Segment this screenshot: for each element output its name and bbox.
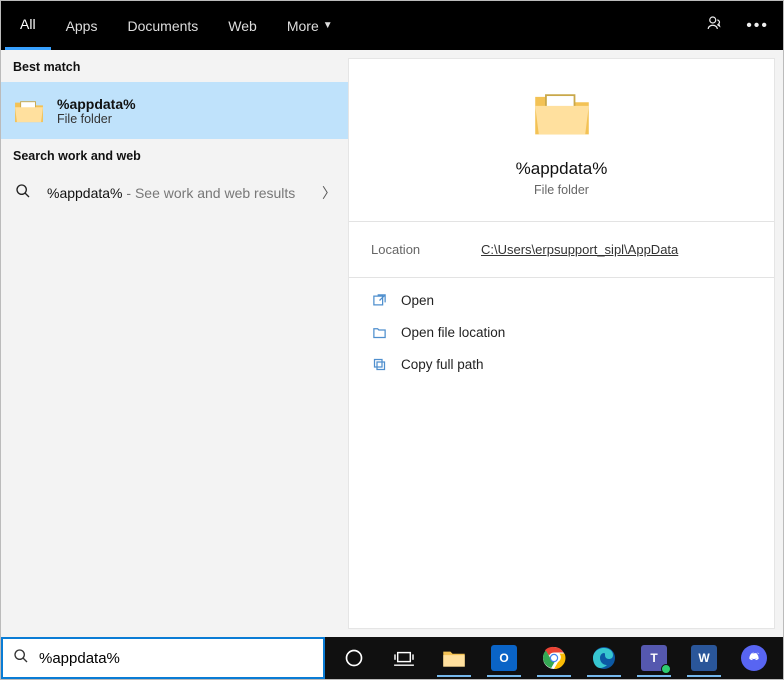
tab-more[interactable]: More ▼ [272,1,348,50]
web-result[interactable]: %appdata% - See work and web results 〉 [1,171,348,215]
search-input[interactable] [39,650,313,667]
best-match-subtitle: File folder [57,112,136,126]
tabbar-right-controls: ••• [706,1,783,50]
taskbar-edge[interactable] [581,638,627,678]
status-badge-icon [661,664,671,674]
action-open-location[interactable]: Open file location [371,316,752,348]
taskbar-chrome[interactable] [531,638,577,678]
taskbar-cortana[interactable] [331,638,377,678]
tab-documents[interactable]: Documents [112,1,213,50]
results-list: Best match %appdata% File folder Search … [1,50,348,637]
taskbar-discord[interactable] [731,638,777,678]
tab-web[interactable]: Web [213,1,272,50]
more-options-icon[interactable]: ••• [746,17,769,35]
taskbar-file-explorer[interactable] [431,638,477,678]
folder-icon [13,95,45,127]
web-result-term: %appdata% [47,185,123,201]
chevron-down-icon: ▼ [323,20,333,31]
taskbar-outlook[interactable]: O [481,638,527,678]
tab-all[interactable]: All [5,1,51,50]
best-match-title: %appdata% [57,96,136,112]
copy-icon [371,356,387,372]
preview-card: %appdata% File folder Location C:\Users\… [348,58,775,629]
best-match-result[interactable]: %appdata% File folder [1,82,348,139]
taskbar-word[interactable]: W [681,638,727,678]
taskbar-teams[interactable]: T [631,638,677,678]
chevron-right-icon: 〉 [322,183,336,203]
feedback-icon[interactable] [706,14,724,37]
folder-open-icon [371,324,387,340]
search-box[interactable] [1,637,325,679]
best-match-header: Best match [1,50,348,82]
action-list: Open Open file location Copy full path [349,278,774,386]
preview-pane-wrap: %appdata% File folder Location C:\Users\… [348,50,783,637]
action-open[interactable]: Open [371,284,752,316]
taskbar-task-view[interactable] [381,638,427,678]
location-label: Location [371,242,481,257]
preview-title: %appdata% [516,159,608,179]
taskbar: O T W [325,637,783,679]
search-window: All Apps Documents Web More ▼ ••• Best m… [0,0,784,680]
action-open-label: Open [401,293,434,308]
web-result-text: %appdata% - See work and web results [47,185,295,201]
search-icon [13,648,29,668]
tab-apps[interactable]: Apps [51,1,113,50]
best-match-text: %appdata% File folder [57,96,136,126]
action-open-location-label: Open file location [401,325,505,340]
filter-tabs: All Apps Documents Web More ▼ [1,1,348,50]
action-copy-path-label: Copy full path [401,357,484,372]
search-web-header: Search work and web [1,139,348,171]
filter-tab-bar: All Apps Documents Web More ▼ ••• [1,1,783,50]
web-result-suffix: - See work and web results [123,185,296,201]
open-icon [371,292,387,308]
search-icon [13,183,33,203]
bottom-bar: O T W [1,637,783,679]
folder-icon-large [530,81,594,145]
results-area: Best match %appdata% File folder Search … [1,50,783,637]
tab-more-label: More [287,18,319,34]
location-row: Location C:\Users\erpsupport_sipl\AppDat… [349,222,774,277]
location-value[interactable]: C:\Users\erpsupport_sipl\AppData [481,242,678,257]
preview-subtitle: File folder [534,183,589,197]
preview-header: %appdata% File folder [349,59,774,221]
action-copy-path[interactable]: Copy full path [371,348,752,380]
